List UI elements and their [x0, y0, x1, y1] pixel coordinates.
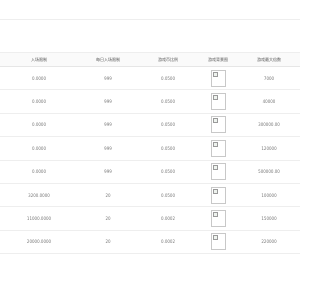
broken-image-icon[interactable] — [210, 210, 226, 228]
image-wrapper — [198, 116, 238, 134]
cell-coin-ratio: 0.0500 — [138, 136, 198, 161]
toolbar-area — [0, 20, 300, 52]
broken-image-icon[interactable] — [210, 163, 226, 181]
image-wrapper — [198, 210, 238, 228]
column-header-entry-limit[interactable]: 入场限制 — [0, 52, 78, 67]
cell-max-multiplier: 120000 — [238, 136, 300, 161]
cell-daily-limit: 20 — [78, 183, 138, 208]
cell-daily-limit: 999 — [78, 136, 138, 161]
table-row[interactable]: 0.0000 999 0.0500 40000 — [0, 89, 300, 114]
cell-background-image — [198, 160, 238, 184]
table-body: 0.0000 999 0.0500 7000 0.0000 999 0.0500… — [0, 66, 300, 255]
broken-image-icon[interactable] — [210, 93, 226, 111]
image-wrapper — [198, 233, 238, 251]
broken-image-icon[interactable] — [210, 186, 226, 204]
table-row[interactable]: 0.0000 999 0.0500 300000.00 — [0, 113, 300, 138]
image-wrapper — [198, 69, 238, 87]
cell-coin-ratio: 0.0500 — [138, 183, 198, 208]
cell-coin-ratio: 0.0500 — [138, 89, 198, 114]
table-row[interactable]: 3200.0000 20 0.0500 100000 — [0, 183, 300, 208]
column-header-background-image[interactable]: 游戏背景图 — [198, 52, 238, 67]
table-row[interactable]: 0.0000 999 0.0500 500000.00 — [0, 160, 300, 184]
cell-background-image — [198, 89, 238, 114]
cell-background-image — [198, 183, 238, 208]
table-row[interactable]: 0.0000 999 0.0500 7000 — [0, 66, 300, 91]
column-header-coin-ratio[interactable]: 游戏币比例 — [138, 52, 198, 67]
cell-entry-limit: 20000.0000 — [0, 230, 78, 255]
table-header: 入场限制 每日入场限制 游戏币比例 游戏背景图 游戏最大倍数 — [0, 52, 300, 67]
cell-background-image — [198, 230, 238, 255]
cell-coin-ratio: 0.0500 — [138, 160, 198, 184]
cell-coin-ratio: 0.0002 — [138, 206, 198, 231]
cell-entry-limit: 0.0000 — [0, 66, 78, 91]
cell-entry-limit: 0.0000 — [0, 136, 78, 161]
data-table: 入场限制 每日入场限制 游戏币比例 游戏背景图 游戏最大倍数 0.0000 99… — [0, 52, 300, 255]
image-wrapper — [198, 163, 238, 181]
cell-daily-limit: 999 — [78, 160, 138, 184]
cell-max-multiplier: 220000 — [238, 230, 300, 255]
cell-daily-limit: 999 — [78, 89, 138, 114]
broken-image-icon[interactable] — [210, 116, 226, 134]
broken-image-icon[interactable] — [210, 139, 226, 157]
cell-max-multiplier: 150000 — [238, 206, 300, 231]
header-row: 入场限制 每日入场限制 游戏币比例 游戏背景图 游戏最大倍数 — [0, 52, 300, 67]
image-wrapper — [198, 186, 238, 204]
cell-entry-limit: 3200.0000 — [0, 183, 78, 208]
broken-image-icon[interactable] — [210, 233, 226, 251]
cell-entry-limit: 0.0000 — [0, 160, 78, 184]
table-row[interactable]: 20000.0000 20 0.0002 220000 — [0, 230, 300, 255]
table-row[interactable]: 11000.0000 20 0.0002 150000 — [0, 206, 300, 231]
image-wrapper — [198, 139, 238, 157]
column-header-daily-limit[interactable]: 每日入场限制 — [78, 52, 138, 67]
cell-max-multiplier: 300000.00 — [238, 113, 300, 138]
cell-daily-limit: 999 — [78, 113, 138, 138]
table-row[interactable]: 0.0000 999 0.0500 120000 — [0, 136, 300, 161]
cell-coin-ratio: 0.0002 — [138, 230, 198, 255]
cell-max-multiplier: 7000 — [238, 66, 300, 91]
cell-coin-ratio: 0.0500 — [138, 113, 198, 138]
cell-daily-limit: 20 — [78, 206, 138, 231]
cell-max-multiplier: 40000 — [238, 89, 300, 114]
cell-background-image — [198, 66, 238, 91]
cell-daily-limit: 20 — [78, 230, 138, 255]
cell-max-multiplier: 500000.00 — [238, 160, 300, 184]
cell-entry-limit: 11000.0000 — [0, 206, 78, 231]
cell-daily-limit: 999 — [78, 66, 138, 91]
cell-coin-ratio: 0.0500 — [138, 66, 198, 91]
cell-entry-limit: 0.0000 — [0, 89, 78, 114]
cell-background-image — [198, 113, 238, 138]
cell-entry-limit: 0.0000 — [0, 113, 78, 138]
broken-image-icon[interactable] — [210, 69, 226, 87]
top-filter-bar[interactable] — [0, 2, 300, 20]
image-wrapper — [198, 93, 238, 111]
column-header-max-multiplier[interactable]: 游戏最大倍数 — [238, 52, 300, 67]
page: 入场限制 每日入场限制 游戏币比例 游戏背景图 游戏最大倍数 0.0000 99… — [0, 0, 300, 300]
cell-max-multiplier: 100000 — [238, 183, 300, 208]
cell-background-image — [198, 206, 238, 231]
cell-background-image — [198, 136, 238, 161]
